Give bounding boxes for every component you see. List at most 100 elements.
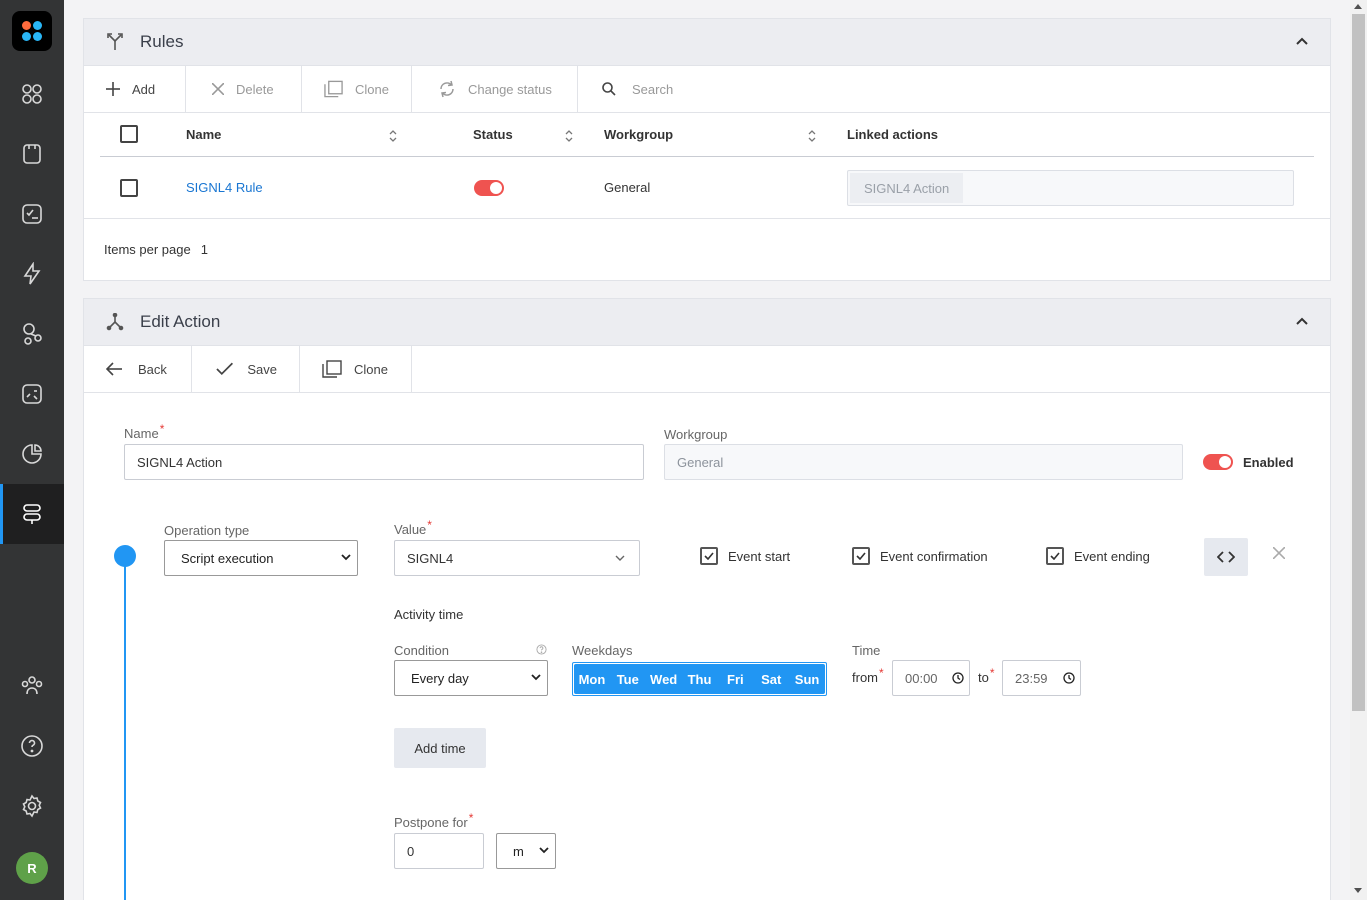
scrollbar-thumb[interactable] bbox=[1352, 14, 1365, 711]
app-logo[interactable] bbox=[12, 11, 52, 51]
event-start-checkbox[interactable]: Event start bbox=[700, 547, 790, 565]
clone-action-label: Clone bbox=[354, 361, 388, 377]
code-button[interactable] bbox=[1204, 538, 1248, 576]
operation-type-select[interactable]: Script execution bbox=[164, 540, 358, 576]
clock-icon[interactable] bbox=[952, 672, 964, 684]
add-time-button[interactable]: Add time bbox=[394, 728, 486, 768]
edit-action-panel: Edit Action Back Save Clone bbox=[83, 298, 1331, 900]
weekdays-label: Weekdays bbox=[572, 643, 633, 658]
sort-workgroup-icon[interactable] bbox=[808, 129, 816, 143]
check-icon bbox=[1050, 552, 1060, 560]
weekday-sat[interactable]: Sat bbox=[753, 664, 789, 694]
events-lightning-icon[interactable] bbox=[0, 244, 64, 304]
clone-icon bbox=[322, 360, 342, 378]
delete-button[interactable]: Delete bbox=[186, 66, 302, 112]
add-button[interactable]: Add bbox=[84, 66, 186, 112]
change-status-label: Change status bbox=[468, 81, 552, 97]
condition-select[interactable]: Every day bbox=[394, 660, 548, 696]
remove-operation-icon[interactable] bbox=[1273, 547, 1285, 559]
save-button[interactable]: Save bbox=[192, 346, 300, 392]
clock-icon[interactable] bbox=[1063, 672, 1075, 684]
rules-toolbar: Add Delete Clone Change status Search bbox=[84, 66, 1330, 113]
back-button[interactable]: Back bbox=[84, 346, 192, 392]
event-start-label: Event start bbox=[728, 548, 791, 564]
topology-icon[interactable] bbox=[0, 304, 64, 364]
value-select[interactable]: SIGNL4 bbox=[394, 540, 640, 576]
weekday-fri[interactable]: Fri bbox=[717, 664, 753, 694]
weekday-wed[interactable]: Wed bbox=[646, 664, 682, 694]
edit-action-toolbar: Back Save Clone bbox=[84, 346, 1330, 393]
linked-actions-field: SIGNL4 Action bbox=[847, 170, 1294, 206]
search-label: Search bbox=[632, 81, 674, 97]
select-all-checkbox[interactable] bbox=[120, 125, 138, 143]
chevron-down-icon bbox=[539, 847, 549, 854]
settings-gear-icon[interactable] bbox=[0, 776, 64, 836]
chevron-down-icon bbox=[341, 554, 351, 561]
rules-title: Rules bbox=[140, 32, 184, 51]
sort-status-icon[interactable] bbox=[565, 129, 573, 143]
check-icon bbox=[856, 552, 866, 560]
value-label: Value* bbox=[394, 518, 432, 537]
statistics-pie-icon[interactable] bbox=[0, 424, 64, 484]
items-per-page-label: Items per page bbox=[104, 241, 191, 257]
help-icon[interactable] bbox=[536, 644, 547, 655]
clone-button[interactable]: Clone bbox=[302, 66, 412, 112]
to-time-input[interactable]: 23:59 bbox=[1002, 660, 1081, 696]
page-scrollbar[interactable] bbox=[1350, 0, 1367, 900]
scroll-down-arrow[interactable] bbox=[1354, 888, 1362, 893]
postpone-unit-select[interactable]: m bbox=[496, 833, 556, 869]
user-avatar[interactable]: R bbox=[16, 852, 48, 884]
search-button[interactable]: Search bbox=[578, 66, 695, 112]
timeline-dot bbox=[114, 545, 136, 567]
row-checkbox[interactable] bbox=[120, 179, 138, 197]
rules-icon[interactable] bbox=[0, 484, 64, 544]
help-icon[interactable] bbox=[0, 716, 64, 776]
timeline-line bbox=[124, 566, 126, 900]
plus-icon bbox=[106, 82, 120, 96]
clone-icon bbox=[324, 80, 343, 98]
edit-action-title: Edit Action bbox=[140, 312, 221, 331]
event-confirmation-checkbox[interactable]: Event confirmation bbox=[852, 547, 988, 565]
rule-workgroup: General bbox=[604, 180, 651, 195]
column-workgroup[interactable]: Workgroup bbox=[604, 127, 673, 142]
weekday-thu[interactable]: Thu bbox=[682, 664, 718, 694]
change-status-button[interactable]: Change status bbox=[412, 66, 578, 112]
close-icon bbox=[212, 83, 224, 95]
code-icon bbox=[1217, 551, 1235, 563]
activity-time-label: Activity time bbox=[394, 607, 464, 622]
weekday-sun[interactable]: Sun bbox=[789, 664, 825, 694]
event-ending-checkbox[interactable]: Event ending bbox=[1046, 547, 1150, 565]
devices-icon[interactable] bbox=[0, 124, 64, 184]
weekday-tue[interactable]: Tue bbox=[610, 664, 646, 694]
clone-action-button[interactable]: Clone bbox=[300, 346, 412, 392]
chevron-down-icon bbox=[615, 555, 625, 561]
dashboard-icon[interactable] bbox=[0, 64, 64, 124]
column-name[interactable]: Name bbox=[186, 127, 221, 142]
check-icon bbox=[216, 362, 234, 376]
rule-name-link[interactable]: SIGNL4 Rule bbox=[186, 180, 263, 195]
event-confirmation-label: Event confirmation bbox=[880, 548, 988, 564]
postpone-input[interactable]: 0 bbox=[394, 833, 484, 869]
pagination: Items per page 1 bbox=[84, 219, 1330, 279]
check-icon bbox=[704, 552, 714, 560]
checklist-icon[interactable] bbox=[0, 184, 64, 244]
weekday-mon[interactable]: Mon bbox=[574, 664, 610, 694]
enabled-toggle[interactable] bbox=[1203, 454, 1233, 470]
action-name-input[interactable]: SIGNL4 Action bbox=[124, 444, 644, 480]
users-icon[interactable] bbox=[0, 656, 64, 716]
search-icon bbox=[602, 82, 616, 96]
from-time-input[interactable]: 00:00 bbox=[892, 660, 970, 696]
sort-name-icon[interactable] bbox=[389, 129, 397, 143]
rule-status-toggle[interactable] bbox=[474, 180, 504, 196]
back-label: Back bbox=[138, 361, 167, 377]
scroll-up-arrow[interactable] bbox=[1354, 4, 1362, 9]
rules-panel-header: Rules bbox=[84, 19, 1330, 66]
linked-action-chip[interactable]: SIGNL4 Action bbox=[850, 173, 964, 203]
column-status[interactable]: Status bbox=[473, 127, 513, 142]
weekdays-selector: Mon Tue Wed Thu Fri Sat Sun bbox=[572, 662, 827, 696]
event-ending-label: Event ending bbox=[1074, 548, 1150, 564]
reports-icon[interactable] bbox=[0, 364, 64, 424]
collapse-rules-icon[interactable] bbox=[1296, 37, 1308, 45]
items-per-page-value[interactable]: 1 bbox=[201, 242, 208, 257]
collapse-edit-action-icon[interactable] bbox=[1296, 317, 1308, 325]
